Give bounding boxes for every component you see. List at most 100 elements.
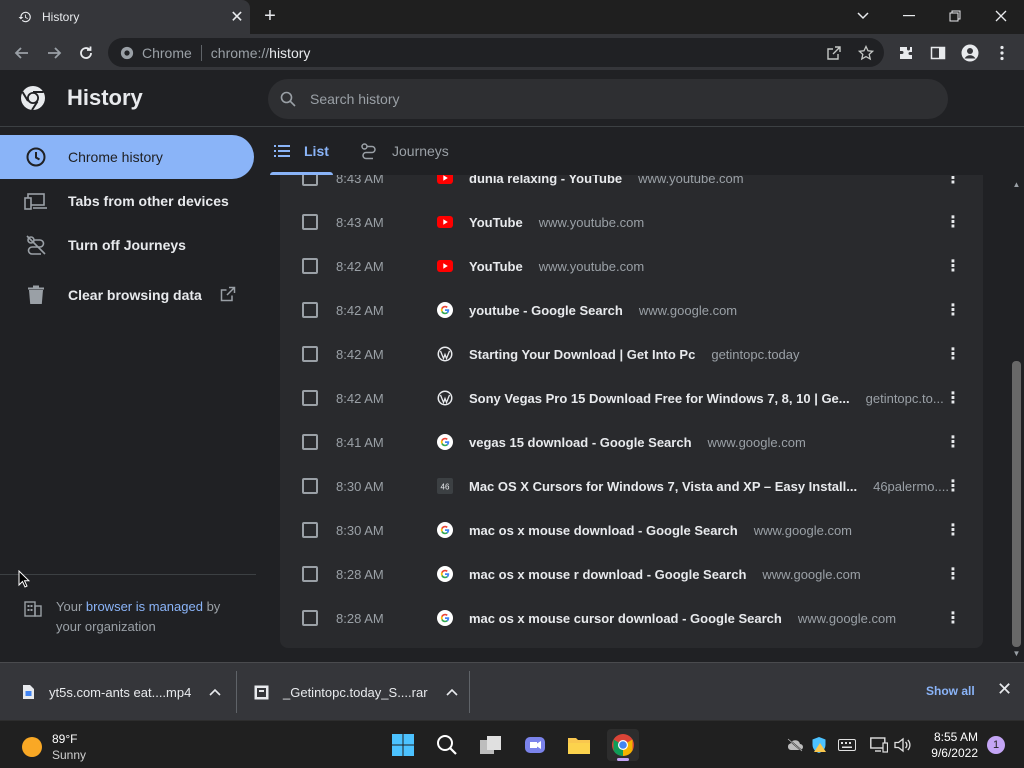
bookmark-star-icon[interactable] — [853, 40, 879, 66]
scroll-down-arrow-icon[interactable]: ▼ — [1012, 649, 1021, 658]
notification-badge[interactable]: 1 — [987, 736, 1005, 754]
chrome-taskbar-icon[interactable] — [607, 729, 639, 761]
scroll-up-arrow-icon[interactable]: ▲ — [1012, 180, 1021, 189]
network-icon[interactable] — [869, 735, 889, 755]
show-all-button[interactable]: Show all — [926, 684, 975, 698]
journeys-off-icon — [24, 233, 48, 257]
history-link[interactable]: mac os x mouse download - Google Search w… — [469, 523, 852, 538]
more-actions-icon[interactable]: ⋮ — [945, 432, 961, 452]
new-tab-button[interactable]: + — [258, 4, 282, 28]
history-row[interactable]: 8:42 AM Sony Vegas Pro 15 Download Free f… — [280, 376, 983, 420]
task-view-icon[interactable] — [475, 729, 507, 761]
row-checkbox[interactable] — [302, 302, 318, 318]
domain-text: www.google.com — [707, 434, 806, 450]
tab-title: History — [42, 10, 80, 24]
sidebar-item-clear-browsing-data[interactable]: Clear browsing data — [0, 273, 254, 317]
managed-link[interactable]: browser is managed — [86, 599, 203, 614]
tab-search-icon[interactable] — [840, 0, 886, 32]
page-scrollbar[interactable]: ▲ ▼ — [1009, 175, 1024, 662]
tab-close-icon[interactable]: ✕ — [224, 7, 250, 27]
more-actions-icon[interactable]: ⋮ — [945, 212, 961, 232]
extensions-icon[interactable] — [893, 40, 919, 66]
share-icon[interactable] — [821, 40, 847, 66]
more-actions-icon[interactable]: ⋮ — [945, 520, 961, 540]
search-box[interactable] — [268, 79, 948, 119]
side-panel-icon[interactable] — [925, 40, 951, 66]
history-row[interactable]: 8:43 AM dunia relaxing - YouTube www.youtu… — [280, 175, 983, 200]
scroll-thumb[interactable] — [1012, 361, 1021, 647]
keyboard-icon[interactable] — [837, 735, 857, 755]
history-row[interactable]: 8:30 AM 46 Mac OS X Cursors for Windows 7,… — [280, 464, 983, 508]
chevron-up-icon[interactable] — [209, 685, 221, 699]
youtube-favicon-icon — [437, 214, 453, 230]
history-link[interactable]: mac os x mouse cursor download - Google … — [469, 611, 896, 626]
minimize-button[interactable] — [886, 0, 932, 32]
history-link[interactable]: YouTube www.youtube.com — [469, 215, 644, 230]
row-checkbox[interactable] — [302, 566, 318, 582]
teams-chat-icon[interactable] — [519, 729, 551, 761]
more-actions-icon[interactable]: ⋮ — [945, 564, 961, 584]
history-link[interactable]: Starting Your Download | Get Into Pc geti… — [469, 347, 800, 362]
history-link[interactable]: YouTube www.youtube.com — [469, 259, 644, 274]
close-window-button[interactable] — [978, 0, 1024, 32]
tab-list[interactable]: List — [270, 127, 333, 175]
history-link[interactable]: vegas 15 download - Google Search www.goo… — [469, 435, 806, 450]
history-link[interactable]: youtube - Google Search www.google.com — [469, 303, 737, 318]
history-row[interactable]: 8:30 AM mac os x mouse download - Google … — [280, 508, 983, 552]
taskbar-search-icon[interactable] — [431, 729, 463, 761]
row-checkbox[interactable] — [302, 610, 318, 626]
profile-avatar-icon[interactable] — [957, 40, 983, 66]
history-row[interactable]: 8:43 AM YouTube www.youtube.com ⋮ — [280, 200, 983, 244]
download-item[interactable]: yt5s.com-ants eat....mp4 — [22, 663, 221, 721]
history-row[interactable]: 8:42 AM youtube - Google Search www.google… — [280, 288, 983, 332]
download-item[interactable]: _Getintopc.today_S....rar — [254, 663, 458, 721]
row-checkbox[interactable] — [302, 522, 318, 538]
history-link[interactable]: Mac OS X Cursors for Windows 7, Vista an… — [469, 479, 949, 494]
back-button[interactable] — [9, 40, 35, 66]
reload-button[interactable] — [73, 40, 99, 66]
address-bar[interactable]: Chrome chrome://history — [108, 38, 884, 67]
row-checkbox[interactable] — [302, 175, 318, 186]
sidebar-item-tabs-from-other-devices[interactable]: Tabs from other devices — [0, 179, 254, 223]
more-actions-icon[interactable]: ⋮ — [945, 344, 961, 364]
file-explorer-icon[interactable] — [563, 729, 595, 761]
history-link[interactable]: Sony Vegas Pro 15 Download Free for Wind… — [469, 391, 944, 406]
page-header: History — [0, 71, 1024, 127]
history-link[interactable]: dunia relaxing - YouTube www.youtube.com — [469, 175, 744, 186]
history-row[interactable]: 8:42 AM Starting Your Download | Get Into… — [280, 332, 983, 376]
more-actions-icon[interactable]: ⋮ — [945, 256, 961, 276]
history-row[interactable]: 8:28 AM mac os x mouse cursor download - … — [280, 596, 983, 640]
more-actions-icon[interactable]: ⋮ — [945, 608, 961, 628]
more-actions-icon[interactable]: ⋮ — [945, 388, 961, 408]
search-input[interactable] — [310, 91, 870, 107]
chevron-up-icon[interactable] — [445, 685, 458, 699]
windows-start-icon[interactable] — [387, 729, 419, 761]
download-filename: _Getintopc.today_S....rar — [283, 684, 428, 700]
taskbar-clock[interactable]: 8:55 AM 9/6/2022 — [920, 729, 978, 761]
weather-widget[interactable]: 89°F Sunny — [22, 731, 86, 763]
history-link[interactable]: mac os x mouse r download - Google Searc… — [469, 567, 861, 582]
history-row[interactable]: 8:41 AM vegas 15 download - Google Search… — [280, 420, 983, 464]
row-checkbox[interactable] — [302, 258, 318, 274]
menu-kebab-icon[interactable] — [989, 40, 1015, 66]
row-checkbox[interactable] — [302, 478, 318, 494]
browser-tab[interactable]: History ✕ — [0, 0, 250, 34]
row-checkbox[interactable] — [302, 214, 318, 230]
restore-button[interactable] — [932, 0, 978, 32]
row-checkbox[interactable] — [302, 390, 318, 406]
security-shield-icon[interactable] — [809, 735, 829, 755]
row-checkbox[interactable] — [302, 346, 318, 362]
history-row[interactable]: 8:28 AM mac os x mouse r download - Googl… — [280, 552, 983, 596]
history-row[interactable]: 8:42 AM YouTube www.youtube.com ⋮ — [280, 244, 983, 288]
more-actions-icon[interactable]: ⋮ — [945, 175, 961, 188]
tab-journeys[interactable]: Journeys — [360, 127, 449, 175]
cloud-offline-icon[interactable] — [785, 735, 805, 755]
more-actions-icon[interactable]: ⋮ — [945, 300, 961, 320]
sidebar-item-turn-off-journeys[interactable]: Turn off Journeys — [0, 223, 254, 267]
sidebar-item-chrome-history[interactable]: Chrome history — [0, 135, 254, 179]
row-checkbox[interactable] — [302, 434, 318, 450]
forward-button[interactable] — [41, 40, 67, 66]
more-actions-icon[interactable]: ⋮ — [945, 476, 961, 496]
close-download-bar-icon[interactable]: ✕ — [997, 679, 1012, 700]
volume-icon[interactable] — [893, 735, 913, 755]
